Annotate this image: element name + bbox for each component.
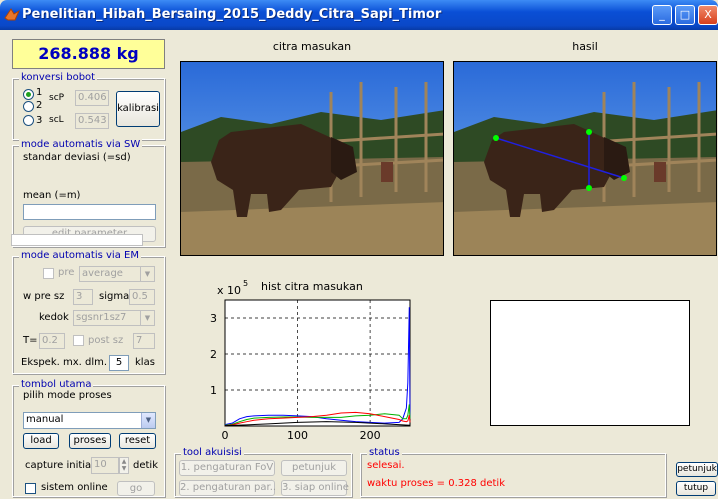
histogram-chart: 1 2 3 0 100 200 <box>210 299 411 442</box>
mean-field[interactable] <box>23 204 156 220</box>
tombol-utama-panel: tombol utama pilih mode proses manual ▼ l… <box>12 379 165 497</box>
result-image-title: hasil <box>572 40 598 53</box>
result-image <box>453 61 717 256</box>
kalibrasi-button[interactable]: kalibrasi <box>116 91 160 127</box>
empty-axes <box>490 300 690 426</box>
kedok-label: kedok <box>39 312 69 323</box>
mode-select-value: manual <box>26 414 64 425</box>
petunjuk-button[interactable]: petunjuk <box>676 462 718 477</box>
status-panel: status selesai. waktu proses = 0.328 det… <box>360 447 666 497</box>
y-tick-label: 1 <box>210 384 217 397</box>
sistem-online-checkbox[interactable] <box>25 483 36 494</box>
cow-photo-input <box>181 62 443 255</box>
panel-divider <box>11 234 143 246</box>
ekspek-field[interactable]: 5 <box>109 355 129 371</box>
wpre-field[interactable]: 3 <box>73 289 93 305</box>
window-title: Penelitian_Hibah_Bersaing_2015_Deddy_Cit… <box>22 7 442 22</box>
detik-label: detik <box>133 460 158 471</box>
postsz-label: post sz <box>88 335 124 346</box>
input-image-title: citra masukan <box>272 40 352 53</box>
konversi-bobot-panel: konversi bobot 1 2 3 scP 0.406 scL 0.543… <box>12 72 165 140</box>
hist-title: hist citra masukan <box>261 280 363 293</box>
sd-label: standar deviasi (=sd) <box>23 152 131 163</box>
panel-title: status <box>367 447 402 458</box>
radio-label-3: 3 <box>36 115 43 126</box>
weight-display: 268.888 kg <box>12 39 165 69</box>
panel-title: mode automatis via EM <box>19 250 141 261</box>
scp-field[interactable]: 0.406 <box>75 90 109 106</box>
mode-select[interactable]: manual ▼ <box>23 412 156 429</box>
klas-label: klas <box>135 357 155 368</box>
hist-exponent: 5 <box>243 279 249 288</box>
maximize-button[interactable]: □ <box>675 5 695 25</box>
pengaturan-fov-button[interactable]: 1. pengaturan FoV <box>179 460 275 476</box>
capture-field[interactable]: 10 <box>91 457 119 474</box>
tutup-button[interactable]: tutup <box>676 481 716 496</box>
chevron-down-icon: ▼ <box>140 267 154 281</box>
scp-label: scP <box>49 93 65 103</box>
ekspek-label: Ekspek. mx. dlm. <box>21 357 108 368</box>
wpre-label: w pre sz <box>23 291 65 302</box>
capture-spinner[interactable]: ▲ ▼ <box>119 457 129 474</box>
t-label: T= <box>23 335 38 346</box>
siap-online-button[interactable]: 3. siap online <box>281 480 349 496</box>
pre-select[interactable]: average ▼ <box>79 266 155 282</box>
y-tick-label: 2 <box>210 348 217 361</box>
postsz-field[interactable]: 7 <box>133 333 155 349</box>
petunjuk-akuisisi-button[interactable]: petunjuk <box>281 460 347 476</box>
status-line-1: selesai. <box>367 460 405 471</box>
sigma-field[interactable]: 0.5 <box>129 289 155 305</box>
input-image <box>180 61 444 256</box>
chevron-down-icon: ▼ <box>141 413 155 428</box>
close-button[interactable]: X <box>698 5 718 25</box>
em-panel: mode automatis via EM pre average ▼ w pre… <box>12 250 165 374</box>
sw-panel: mode automatis via SW standar deviasi (=… <box>12 139 165 247</box>
kedok-select-value: sgsnr1sz7 <box>76 312 127 323</box>
panel-title: mode automatis via SW <box>19 139 143 150</box>
scl-label: scL <box>49 115 64 125</box>
t-field[interactable]: 0.2 <box>39 333 65 349</box>
panel-title: tool akuisisi <box>181 447 244 458</box>
matlab-icon <box>4 8 20 21</box>
minimize-button[interactable]: _ <box>652 5 672 25</box>
kedok-select[interactable]: sgsnr1sz7 ▼ <box>73 310 155 326</box>
title-bar: Penelitian_Hibah_Bersaing_2015_Deddy_Cit… <box>0 0 718 30</box>
scl-field[interactable]: 0.543 <box>75 113 109 129</box>
pilih-mode-label: pilih mode proses <box>23 390 112 401</box>
load-button[interactable]: load <box>23 433 59 449</box>
radio-option-3[interactable] <box>23 115 34 126</box>
status-line-2: waktu proses = 0.328 detik <box>367 478 505 489</box>
panel-title: konversi bobot <box>19 72 98 83</box>
sigma-label: sigma <box>99 291 130 302</box>
postsz-checkbox[interactable] <box>73 335 84 346</box>
proses-button[interactable]: proses <box>69 433 111 449</box>
go-button[interactable]: go <box>117 481 155 496</box>
y-tick-label: 3 <box>210 312 217 325</box>
reset-button[interactable]: reset <box>119 433 156 449</box>
tool-akuisisi-panel: tool akuisisi 1. pengaturan FoV petunjuk… <box>174 447 352 497</box>
radio-option-2[interactable] <box>23 101 34 112</box>
x-tick-label: 0 <box>222 429 229 442</box>
radio-label-2: 2 <box>36 100 43 111</box>
cow-photo-result <box>454 62 716 255</box>
pre-select-value: average <box>82 268 123 279</box>
capture-label: capture initial <box>25 460 94 471</box>
pengaturan-par-button[interactable]: 2. pengaturan par.. <box>179 480 276 496</box>
chevron-down-icon: ▼ <box>140 311 154 325</box>
radio-label-1: 1 <box>36 87 43 98</box>
x-tick-label: 100 <box>287 429 308 442</box>
pre-checkbox[interactable] <box>43 268 54 279</box>
x-tick-label: 200 <box>360 429 381 442</box>
radio-option-1[interactable] <box>23 89 34 100</box>
sistem-online-label: sistem online <box>41 482 108 493</box>
plot-area <box>224 299 411 427</box>
panel-title: tombol utama <box>19 379 94 390</box>
pre-label: pre <box>58 267 75 278</box>
mean-label: mean (=m) <box>23 190 81 201</box>
